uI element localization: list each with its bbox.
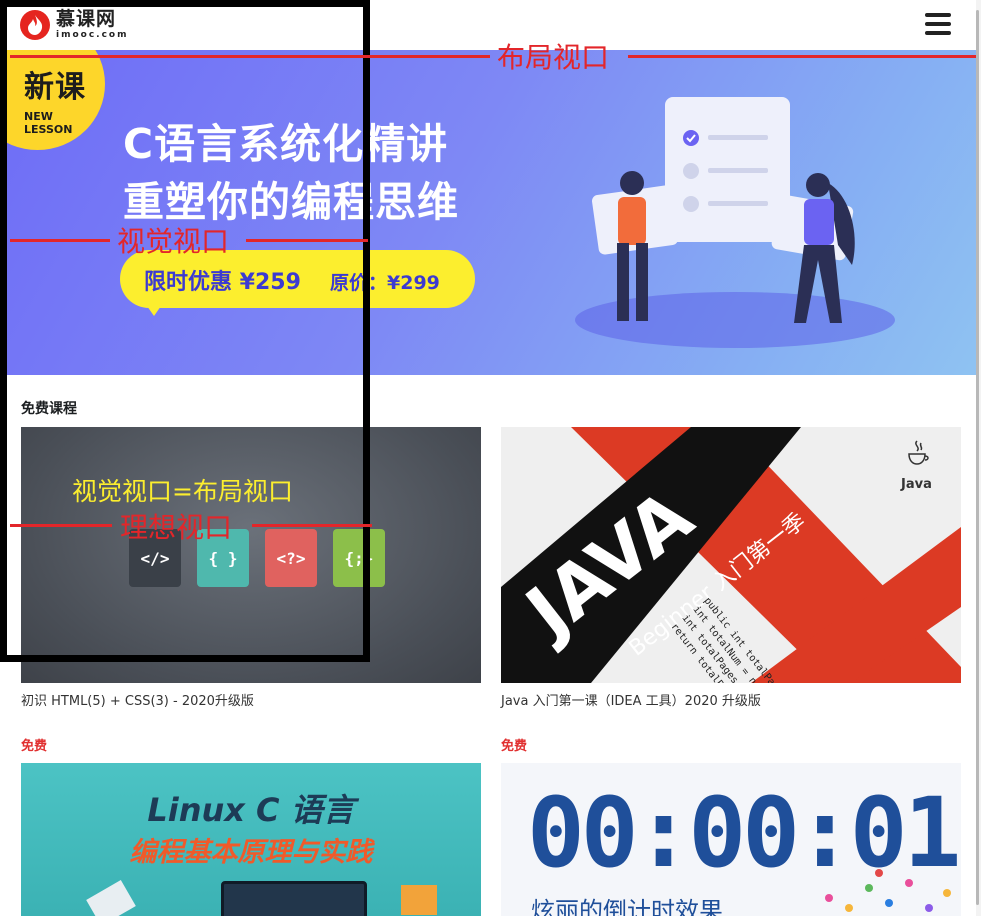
ideal-viewport-label: 理想视口	[120, 511, 233, 544]
java-coffee-cup-icon	[903, 439, 933, 473]
linux-c-title: Linux C 语言	[147, 791, 355, 829]
course-title-html-css[interactable]: 初识 HTML(5) + CSS(3) - 2020升级版	[21, 690, 254, 709]
books-illustration	[401, 885, 437, 915]
course-title-java[interactable]: Java 入门第一课（IDEA 工具）2020 升级版	[501, 690, 761, 709]
monitor-illustration	[221, 881, 367, 916]
linux-c-subtitle: 编程基本原理与实践	[129, 837, 373, 868]
people-with-documents-illustration	[575, 97, 895, 348]
visual-viewport-line-right	[246, 239, 368, 242]
java-logo-text: Java	[901, 477, 932, 492]
ideal-viewport-line-left	[10, 524, 112, 527]
visual-viewport-frame	[0, 0, 370, 662]
course-card-countdown[interactable]: 00:00:01 炫丽的倒计时效果	[501, 763, 961, 916]
course-card-linux-c[interactable]: Linux C 语言 编程基本原理与实践	[21, 763, 481, 916]
free-tag: 免费	[501, 739, 528, 754]
scrollbar-thumb[interactable]	[976, 10, 979, 905]
countdown-caption: 炫丽的倒计时效果	[531, 897, 723, 916]
course-card-java[interactable]: JAVA Beginner 入门第一季 public int totalPage…	[501, 427, 961, 683]
colorful-dots-decoration	[825, 869, 951, 912]
vertical-scrollbar[interactable]	[976, 0, 981, 916]
layout-viewport-line-left	[10, 55, 490, 58]
ideal-viewport-line-right	[252, 524, 372, 527]
free-tag: 免费	[21, 739, 48, 754]
lamp-illustration	[86, 880, 136, 916]
layout-viewport-line-right	[628, 55, 978, 58]
layout-viewport-label: 布局视口	[497, 41, 610, 74]
visual-viewport-label: 视觉视口	[117, 225, 230, 258]
hamburger-menu-icon[interactable]	[925, 13, 951, 35]
visual-viewport-line-left	[10, 239, 110, 242]
viewport-equal-label: 视觉视口=布局视口	[72, 477, 293, 506]
